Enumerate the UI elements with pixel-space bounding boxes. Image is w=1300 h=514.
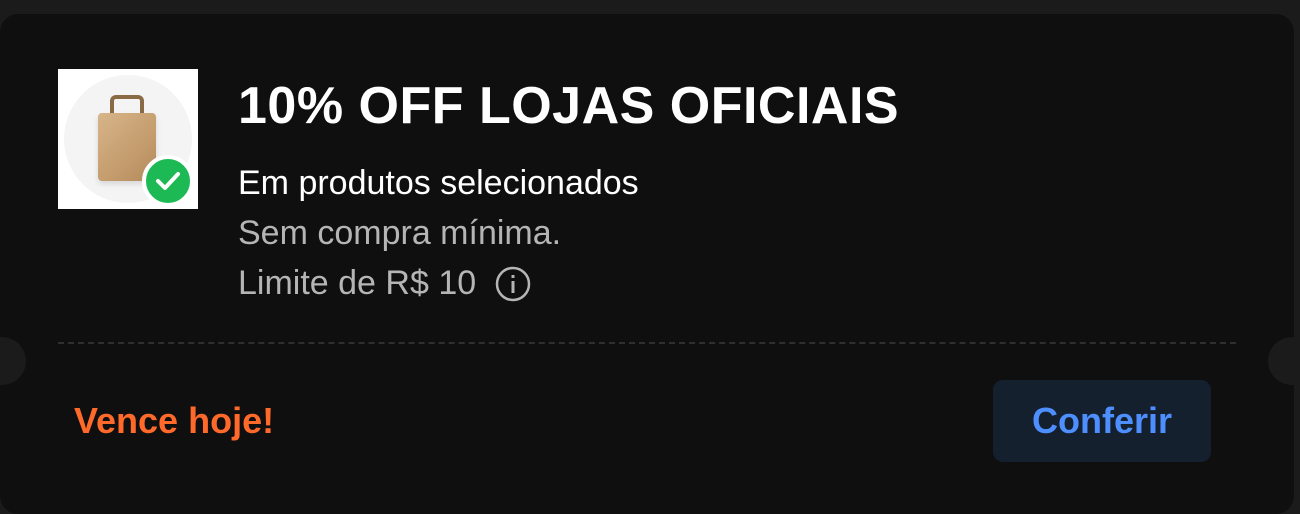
coupon-subtitle: Em produtos selecionados <box>238 164 639 202</box>
coupon-thumbnail <box>58 69 198 209</box>
min-purchase-text: Sem compra mínima. <box>238 214 562 252</box>
ticket-notch-left <box>0 337 26 385</box>
coupon-card: 10% OFF LOJAS OFICIAIS Em produtos selec… <box>0 14 1294 514</box>
limit-text: Limite de R$ 10 <box>238 264 477 302</box>
expiry-text: Vence hoje! <box>74 400 275 441</box>
coupon-title: 10% OFF LOJAS OFICIAIS <box>238 77 900 135</box>
dashed-divider <box>58 342 1236 344</box>
info-icon[interactable] <box>494 265 532 303</box>
check-icon <box>142 155 194 207</box>
limit-row: Limite de R$ 10 <box>238 264 532 303</box>
conferir-button[interactable]: Conferir <box>993 380 1211 462</box>
ticket-notch-right <box>1268 337 1294 385</box>
check-mark <box>156 172 180 190</box>
